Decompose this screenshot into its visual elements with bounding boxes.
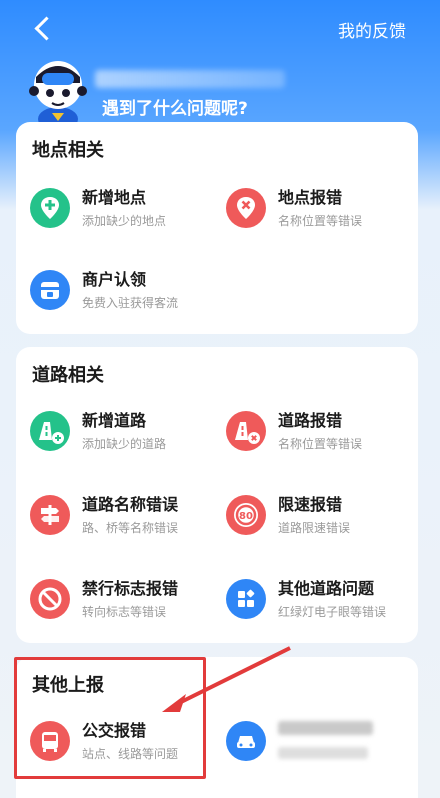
store-icon (30, 270, 70, 310)
question-heading: 遇到了什么问题呢? (102, 99, 248, 119)
header: 我的反馈 遇到了什么问题呢? (0, 0, 440, 131)
item-location-error[interactable]: 地点报错 名称位置等错误 (226, 184, 416, 244)
svg-text:80: 80 (239, 511, 253, 522)
item-subtitle: 名称位置等错误 (278, 214, 363, 228)
item-title: 新增道路 (82, 411, 147, 430)
blurred-username (95, 70, 285, 88)
no-entry-icon (30, 579, 70, 619)
location-error-icon (226, 188, 266, 228)
speed-limit-icon: 80 (226, 495, 266, 535)
item-title: 商户认领 (82, 270, 147, 289)
item-title: 地点报错 (278, 188, 343, 207)
item-title: 道路名称错误 (82, 495, 179, 514)
blurred-subtitle (278, 747, 368, 759)
item-road-error[interactable]: 道路报错 名称位置等错误 (226, 407, 416, 467)
item-subtitle: 道路限速错误 (278, 521, 351, 535)
highlight-box (14, 657, 206, 779)
item-subtitle: 添加缺少的道路 (82, 437, 167, 451)
item-title: 新增地点 (82, 188, 147, 207)
section-title: 地点相关 (32, 140, 104, 161)
item-subtitle: 转向标志等错误 (82, 605, 167, 619)
item-road-name-error[interactable]: 道路名称错误 路、桥等名称错误 (30, 491, 220, 551)
item-title: 其他道路问题 (278, 579, 375, 598)
section-title: 道路相关 (32, 365, 104, 386)
item-subtitle: 免费入驻获得客流 (82, 296, 179, 310)
item-title: 道路报错 (278, 411, 343, 430)
item-title: 限速报错 (278, 495, 343, 514)
item-title: 禁行标志报错 (82, 579, 179, 598)
item-merchant-claim[interactable]: 商户认领 免费入驻获得客流 (30, 266, 220, 326)
car-icon (226, 721, 266, 761)
item-subtitle: 名称位置等错误 (278, 437, 363, 451)
item-add-location[interactable]: 新增地点 添加缺少的地点 (30, 184, 220, 244)
item-subtitle: 添加缺少的地点 (82, 214, 167, 228)
my-feedback-link[interactable]: 我的反馈 (338, 17, 406, 42)
road-add-icon (30, 411, 70, 451)
item-blurred[interactable] (226, 717, 416, 777)
item-subtitle: 路、桥等名称错误 (82, 521, 179, 535)
item-prohibition-sign-error[interactable]: 禁行标志报错 转向标志等错误 (30, 575, 220, 635)
item-other-road-issue[interactable]: 其他道路问题 红绿灯电子眼等错误 (226, 575, 416, 635)
item-speed-limit-error[interactable]: 80 限速报错 道路限速错误 (226, 491, 416, 551)
mascot-icon (26, 55, 90, 131)
section-location: 地点相关 新增地点 添加缺少的地点 地点报错 名称位置等错误 商户认领 免费入驻… (16, 122, 418, 334)
plus-pin-icon (30, 188, 70, 228)
item-subtitle: 红绿灯电子眼等错误 (278, 605, 387, 619)
item-add-road[interactable]: 新增道路 添加缺少的道路 (30, 407, 220, 467)
grid-icon (226, 579, 266, 619)
section-road: 道路相关 新增道路 添加缺少的道路 道路报错 名称位置等错误 道路名称错误 路、… (16, 347, 418, 643)
back-button[interactable] (30, 14, 60, 44)
road-error-icon (226, 411, 266, 451)
blurred-title (278, 721, 373, 735)
signpost-icon (30, 495, 70, 535)
